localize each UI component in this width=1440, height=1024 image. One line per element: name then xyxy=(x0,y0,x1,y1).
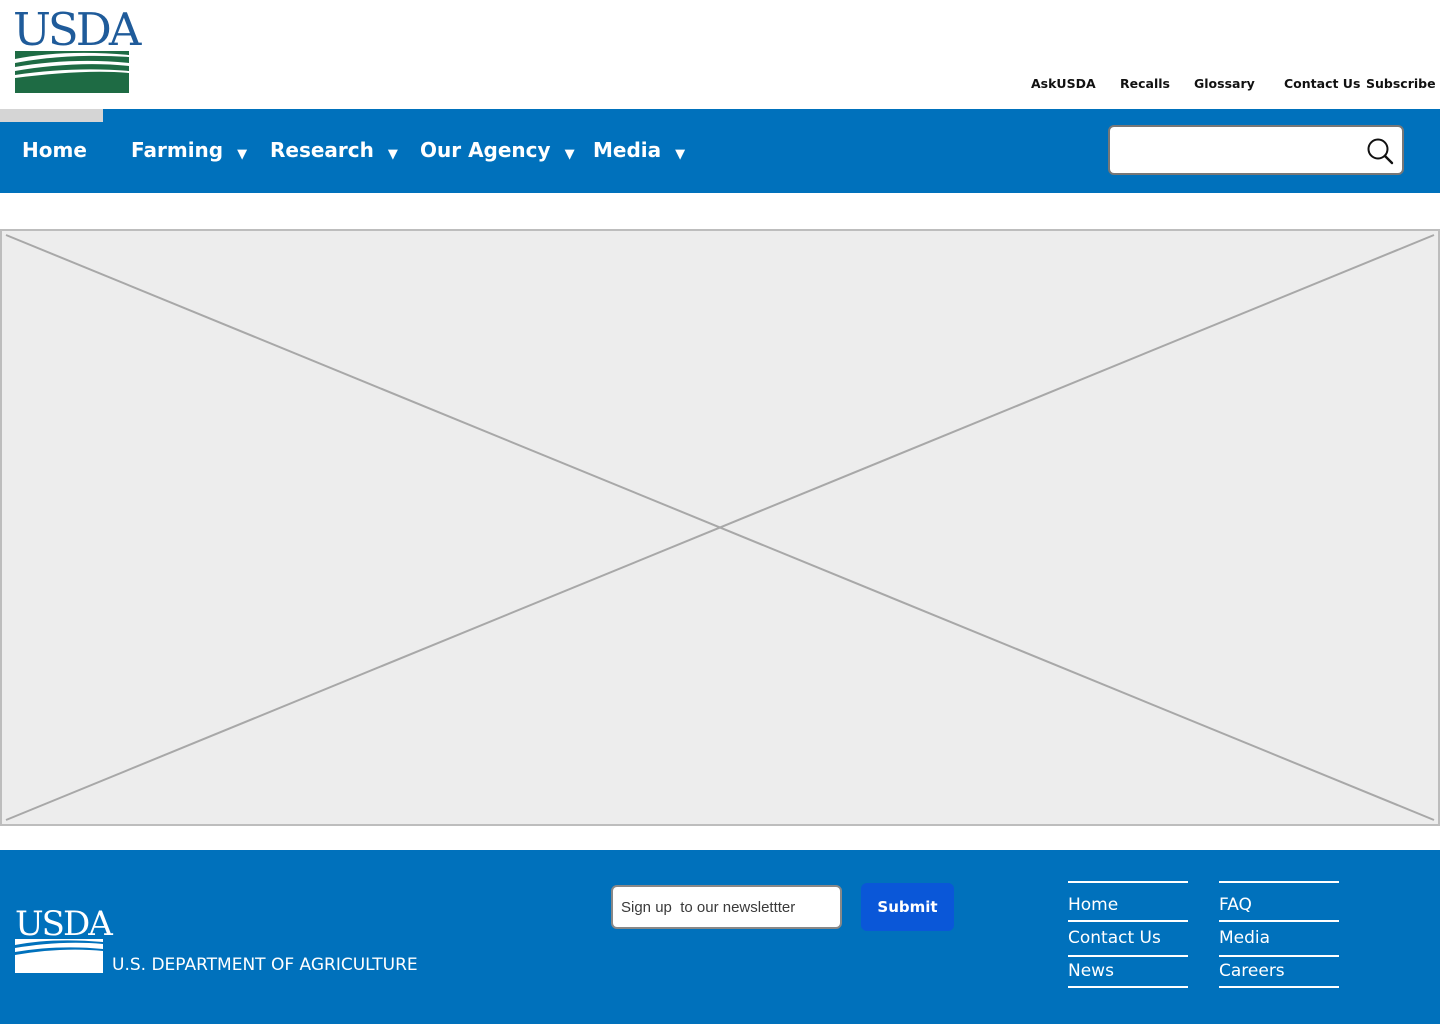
nav-item-farming[interactable]: Farming ▼ xyxy=(131,137,247,167)
footer-link-contact-us[interactable]: Contact Us xyxy=(1068,922,1188,955)
chevron-down-icon: ▼ xyxy=(675,147,686,162)
footer-link-news[interactable]: News xyxy=(1068,957,1188,986)
top-header: USDA AskUSDA Recalls Glossary Contact Us… xyxy=(0,0,1440,109)
footer-link-home[interactable]: Home xyxy=(1068,883,1188,920)
footer: USDA U.S. DEPARTMENT OF AGRICULTURE Subm… xyxy=(0,850,1440,1024)
footer-usda-logo[interactable]: USDA xyxy=(15,907,113,975)
nav-item-our-agency[interactable]: Our Agency ▼ xyxy=(420,137,575,167)
footer-link-divider xyxy=(1068,986,1188,988)
newsletter-email-input[interactable] xyxy=(611,885,842,929)
footer-links-col-1: Home Contact Us News xyxy=(1068,881,1188,988)
footer-link-careers[interactable]: Careers xyxy=(1219,957,1339,986)
footer-link-faq[interactable]: FAQ xyxy=(1219,883,1339,920)
nav-item-label: Media xyxy=(593,138,662,162)
nav-item-research[interactable]: Research ▼ xyxy=(270,137,398,167)
nav-item-media[interactable]: Media ▼ xyxy=(593,137,685,167)
nav-item-label: Farming xyxy=(131,138,224,162)
nav-item-label: Research xyxy=(270,138,374,162)
util-link-recalls[interactable]: Recalls xyxy=(1120,76,1170,92)
main-nav: Home Farming ▼ Research ▼ Our Agency ▼ Medi… xyxy=(0,109,1440,193)
active-tab-indicator xyxy=(0,109,103,122)
util-link-askusda[interactable]: AskUSDA xyxy=(1031,76,1096,92)
util-link-contact-us[interactable]: Contact Us xyxy=(1284,76,1360,92)
search-box xyxy=(1108,125,1404,175)
image-placeholder-icon xyxy=(5,234,1435,821)
chevron-down-icon: ▼ xyxy=(564,147,575,162)
search-input[interactable] xyxy=(1120,135,1364,167)
footer-link-media[interactable]: Media xyxy=(1219,922,1339,955)
hero-image-placeholder xyxy=(0,229,1440,826)
nav-item-home[interactable]: Home xyxy=(22,137,87,163)
footer-links-col-2: FAQ Media Careers xyxy=(1219,881,1339,988)
usda-logo-fields-icon xyxy=(15,51,129,93)
util-link-subscribe[interactable]: Subscribe xyxy=(1366,76,1436,92)
chevron-down-icon: ▼ xyxy=(237,147,248,162)
usda-logo-fields-icon xyxy=(15,939,103,973)
usda-logo-text: USDA xyxy=(13,3,141,56)
newsletter-submit-button[interactable]: Submit xyxy=(861,883,954,931)
footer-logo-text: USDA xyxy=(15,904,113,944)
usda-logo[interactable]: USDA xyxy=(13,7,141,95)
nav-item-label: Our Agency xyxy=(420,138,551,162)
search-icon[interactable] xyxy=(1366,137,1394,165)
department-name: U.S. DEPARTMENT OF AGRICULTURE xyxy=(112,955,418,975)
chevron-down-icon: ▼ xyxy=(387,147,398,162)
util-link-glossary[interactable]: Glossary xyxy=(1194,76,1255,92)
nav-item-label: Home xyxy=(22,138,87,162)
footer-link-divider xyxy=(1219,986,1339,988)
